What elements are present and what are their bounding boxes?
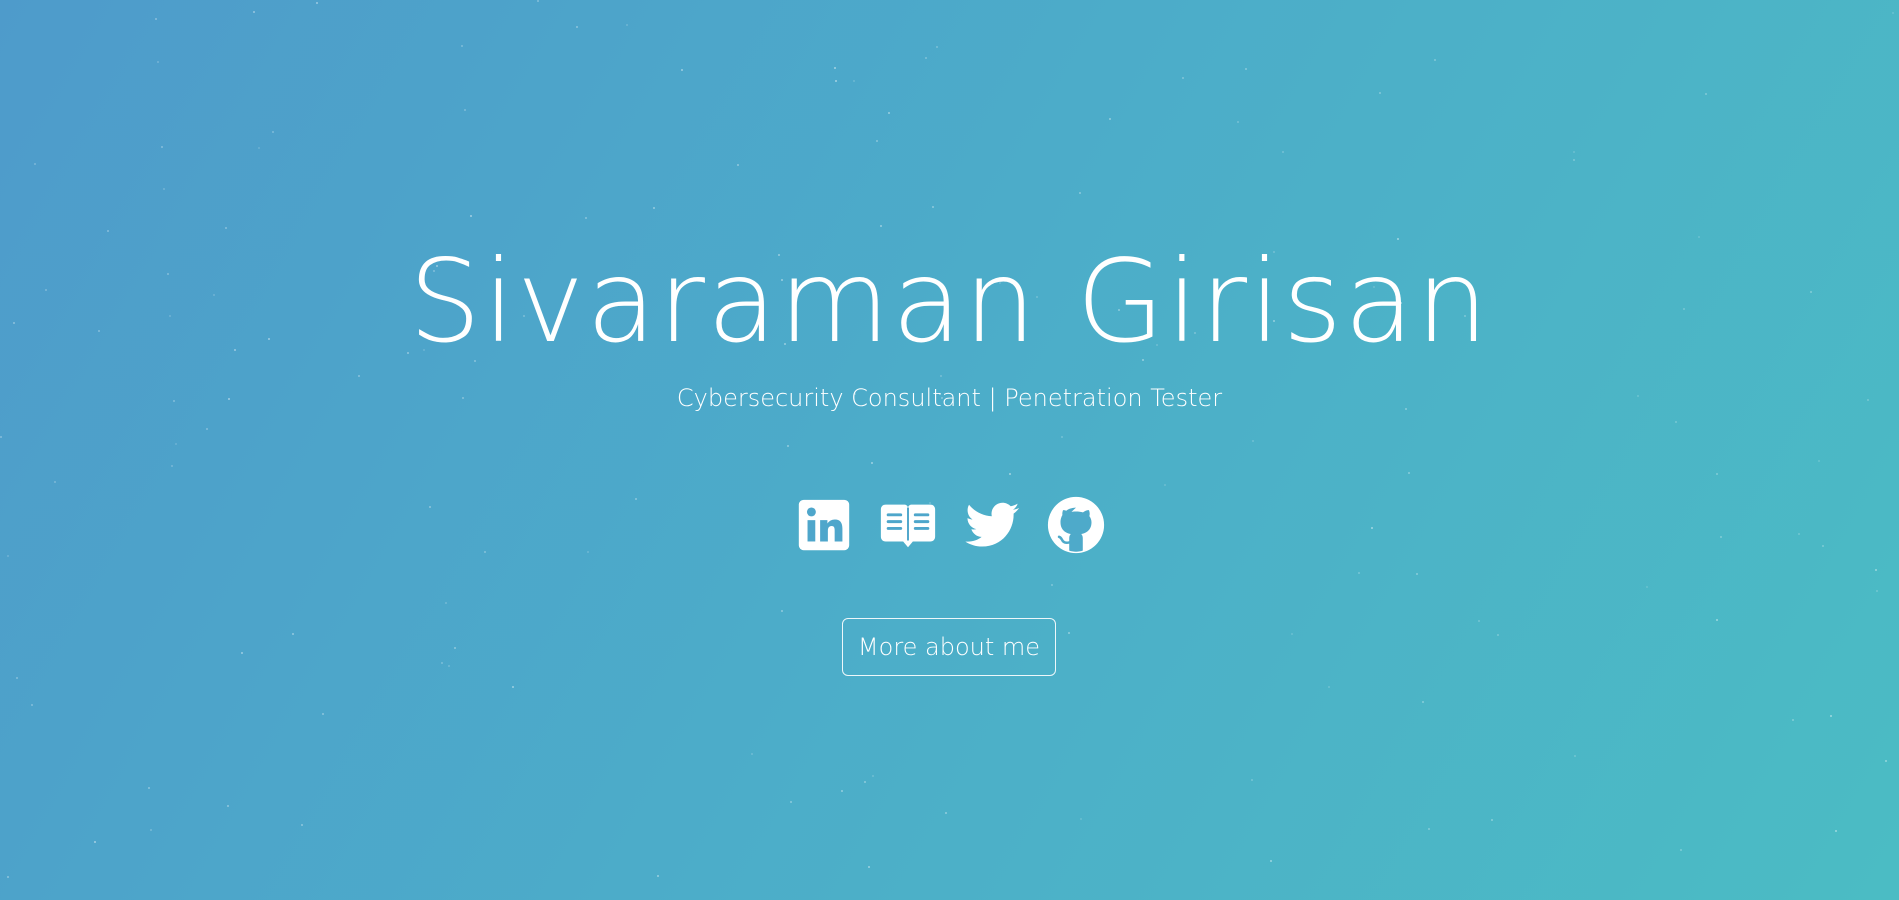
github-icon bbox=[1047, 496, 1104, 554]
blog-link[interactable] bbox=[877, 494, 939, 556]
blog-icon bbox=[880, 504, 935, 548]
social-links bbox=[0, 494, 1899, 556]
page-title: Sivaraman Girisan bbox=[408, 235, 1491, 368]
page-subtitle: Cybersecurity Consultant | Penetration T… bbox=[676, 384, 1223, 412]
twitter-link[interactable] bbox=[961, 494, 1023, 556]
github-link[interactable] bbox=[1045, 494, 1107, 556]
more-about-me-button[interactable]: More about me bbox=[842, 618, 1056, 676]
linkedin-icon bbox=[798, 499, 849, 551]
linkedin-link[interactable] bbox=[793, 494, 855, 556]
hero-section: Sivaraman Girisan Cybersecurity Consulta… bbox=[0, 0, 1899, 900]
twitter-icon bbox=[964, 502, 1019, 547]
